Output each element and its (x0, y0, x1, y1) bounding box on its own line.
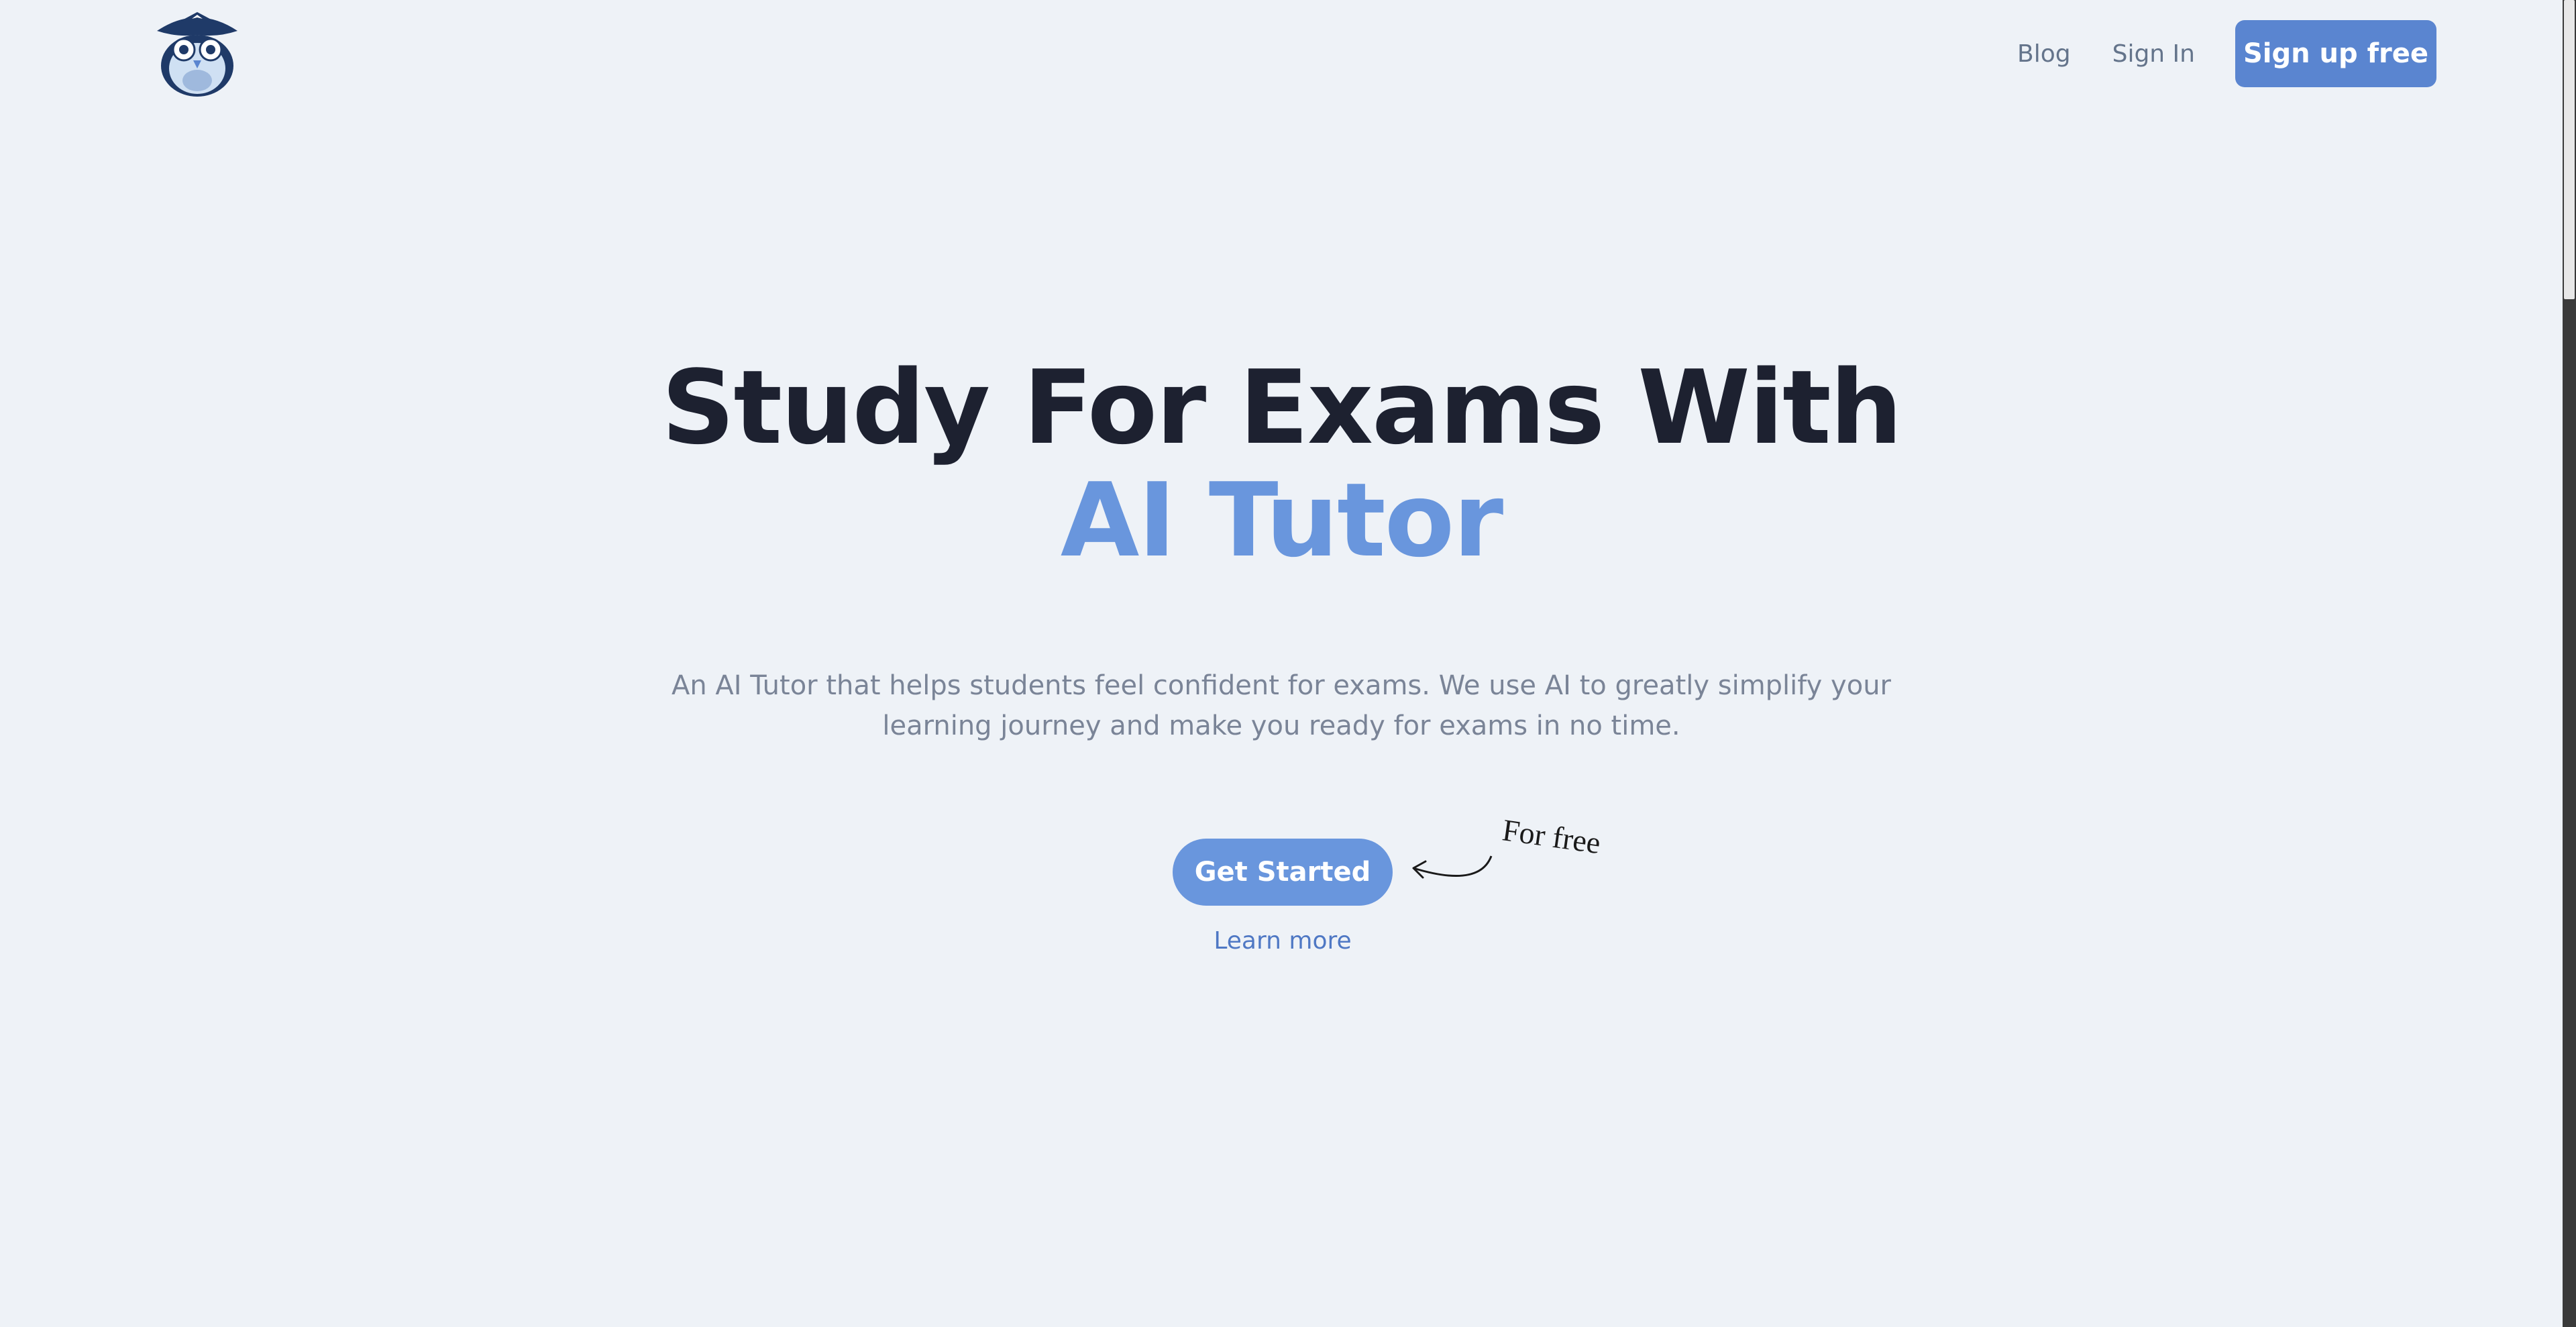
signup-button[interactable]: Sign up free (2235, 20, 2436, 87)
top-nav: Blog Sign In Sign up free (2017, 20, 2436, 87)
nav-signin-link[interactable]: Sign In (2112, 40, 2195, 68)
curved-arrow-icon (1412, 855, 1493, 879)
owl-logo-icon[interactable] (153, 8, 241, 97)
get-started-button[interactable]: Get Started (1173, 839, 1393, 906)
for-free-annotation: For free (1500, 812, 1603, 861)
scrollbar-thumb[interactable] (2564, 0, 2575, 299)
scrollbar[interactable] (2563, 0, 2576, 1327)
nav-blog-link[interactable]: Blog (2017, 40, 2071, 68)
page: Blog Sign In Sign up free Study For Exam… (0, 0, 2576, 1327)
hero-subtitle: An AI Tutor that helps students feel con… (672, 670, 1891, 741)
hero-title: Study For Exams With (661, 348, 1902, 467)
hero-title-highlight: AI Tutor (1060, 461, 1503, 580)
learn-more-link[interactable]: Learn more (1140, 927, 1425, 955)
